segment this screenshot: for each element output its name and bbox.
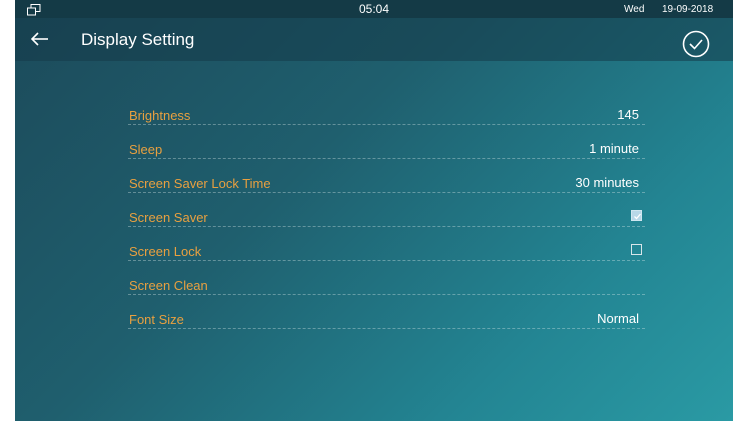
status-day: Wed xyxy=(624,4,645,15)
divider xyxy=(128,226,645,227)
settings-list: Brightness 145 Sleep 1 minute Screen Sav… xyxy=(128,98,645,336)
setting-value: 145 xyxy=(617,107,639,122)
setting-label: Screen Saver Lock Time xyxy=(129,176,271,191)
setting-sleep[interactable]: Sleep 1 minute xyxy=(128,132,645,166)
divider xyxy=(128,158,645,159)
status-bar: 05:04 Wed 19-09-2018 xyxy=(15,0,733,18)
setting-label: Screen Clean xyxy=(129,278,208,293)
display-setting-screen: 05:04 Wed 19-09-2018 Display Setting Bri… xyxy=(15,0,733,421)
divider xyxy=(128,192,645,193)
arrow-left-icon xyxy=(31,32,48,46)
screen-saver-checkbox[interactable] xyxy=(631,210,642,221)
setting-value: Normal xyxy=(597,311,639,326)
setting-font-size[interactable]: Font Size Normal xyxy=(128,302,645,336)
check-circle-icon xyxy=(682,30,710,58)
divider xyxy=(128,260,645,261)
status-date: 19-09-2018 xyxy=(662,4,714,15)
setting-screen-lock[interactable]: Screen Lock xyxy=(128,234,645,268)
setting-brightness[interactable]: Brightness 145 xyxy=(128,98,645,132)
setting-value: 1 minute xyxy=(589,141,639,156)
setting-screen-saver[interactable]: Screen Saver xyxy=(128,200,645,234)
divider xyxy=(128,294,645,295)
setting-label: Font Size xyxy=(129,312,184,327)
confirm-button[interactable] xyxy=(681,29,711,59)
screen-lock-checkbox[interactable] xyxy=(631,244,642,255)
setting-label: Screen Saver xyxy=(129,210,208,225)
page-title: Display Setting xyxy=(81,30,195,49)
checkbox-checked-icon xyxy=(634,213,641,220)
setting-value: 30 minutes xyxy=(575,175,639,190)
setting-screen-clean[interactable]: Screen Clean xyxy=(128,268,645,302)
setting-screen-saver-lock-time[interactable]: Screen Saver Lock Time 30 minutes xyxy=(128,166,645,200)
title-bar: Display Setting xyxy=(15,18,733,61)
setting-label: Screen Lock xyxy=(129,244,202,259)
divider xyxy=(128,328,645,329)
back-button[interactable] xyxy=(27,24,55,54)
setting-label: Brightness xyxy=(129,108,191,123)
divider xyxy=(128,124,645,125)
setting-label: Sleep xyxy=(129,142,163,157)
